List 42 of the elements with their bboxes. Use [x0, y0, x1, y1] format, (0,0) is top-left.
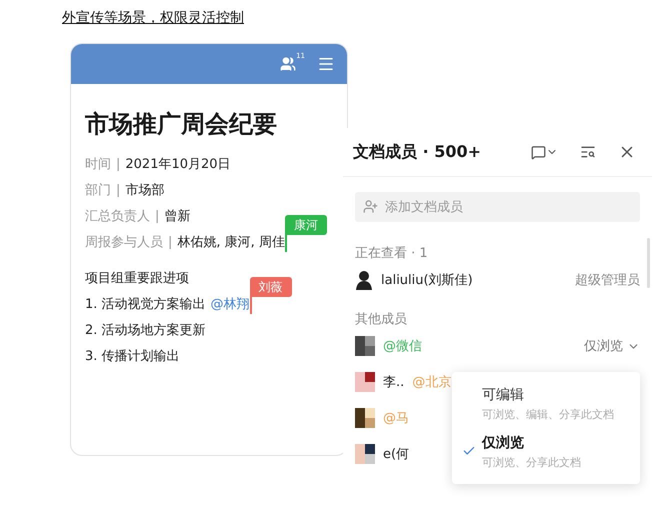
separator: | [116, 156, 120, 174]
member-tag: @北京 [412, 373, 452, 391]
list-item: 2. 活动场地方案更新 [85, 322, 206, 340]
user-silhouette-icon [355, 270, 373, 290]
field-value: 2021年10月20日 [125, 156, 231, 174]
group-label: 正在查看 · 1 [355, 245, 429, 262]
field-value: 林佑姚, 康河, 周佳 [177, 234, 285, 252]
separator: | [168, 234, 172, 252]
field-label: 汇总负责人 [85, 208, 150, 226]
field-value: 市场部 [125, 182, 164, 200]
member-tag: @马 [383, 409, 409, 427]
permission-dropdown[interactable]: 仅浏览 [584, 337, 640, 355]
search-field[interactable]: 添加文档成员 [355, 192, 640, 222]
member-name: e(何 [383, 446, 410, 463]
field-label: 部门 [85, 182, 111, 200]
mention-link[interactable]: @林翔 [210, 292, 250, 318]
menu-option[interactable]: 仅浏览 可浏览、分享此文档 [452, 428, 640, 476]
text-search-icon [580, 144, 596, 160]
caption-link[interactable]: 外宣传等场景，权限灵活控制 [62, 9, 244, 27]
list-item: 1. 活动视觉方案输出 [85, 296, 206, 314]
list-item: 3. 传播计划输出 [85, 348, 180, 366]
separator: | [155, 208, 160, 226]
collaborator-flag: 康河 [284, 215, 327, 235]
group-label: 其他成员 [355, 311, 408, 328]
menu-option[interactable]: 可编辑 可浏览、编辑、分享此文档 [452, 380, 640, 428]
field-label: 时间 [85, 156, 111, 174]
add-user-icon [363, 199, 378, 214]
field-value: 曾新 [164, 208, 190, 226]
panel-title: 文档成员 · 500+ [353, 142, 482, 162]
comment-icon [531, 144, 546, 160]
member-role: 超级管理员 [575, 272, 640, 289]
member-name: 李.. [383, 374, 404, 391]
users-icon[interactable] [280, 56, 296, 72]
member-tag: @微信 [383, 337, 422, 355]
field-label: 周报参与人员 [85, 234, 163, 252]
member-name: laliuliu(刘斯佳) [381, 272, 473, 289]
document-title: 市场推广周会纪要 [85, 109, 278, 140]
collaborator-flag: 刘薇 [250, 277, 292, 297]
section-heading: 项目组重要跟进项 [85, 270, 189, 288]
scrollbar [647, 238, 650, 288]
separator: | [116, 182, 120, 200]
menu-icon[interactable] [317, 55, 335, 73]
